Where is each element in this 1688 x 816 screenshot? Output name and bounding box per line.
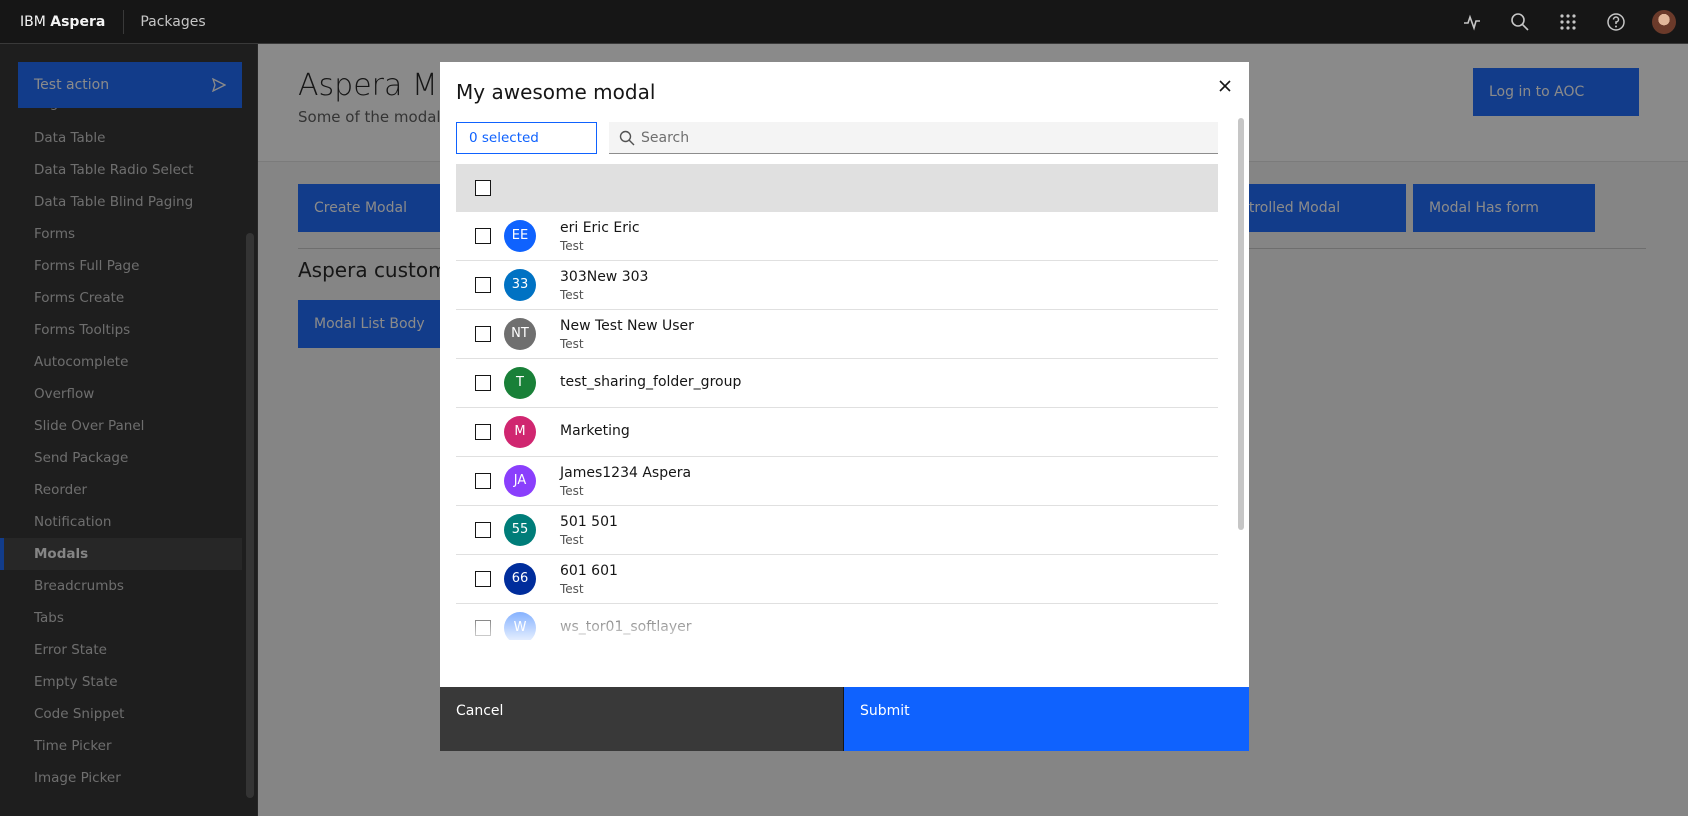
search-field[interactable] <box>609 122 1218 154</box>
row-checkbox[interactable] <box>475 473 491 489</box>
modal-footer: Cancel Submit <box>440 687 1249 751</box>
item-name: 601 601 <box>560 563 618 579</box>
list-item[interactable]: M Marketing <box>456 408 1218 457</box>
list-item[interactable]: 66 601 601 Test <box>456 555 1218 604</box>
row-checkbox[interactable] <box>475 424 491 440</box>
item-name: Marketing <box>560 423 630 439</box>
avatar: M <box>504 416 536 448</box>
list-item[interactable]: NT New Test New User Test <box>456 310 1218 359</box>
row-checkbox[interactable] <box>475 522 491 538</box>
modal-dialog: My awesome modal 0 selected EE eri Eric … <box>440 62 1249 751</box>
item-subtitle: Test <box>560 533 584 547</box>
avatar: EE <box>504 220 536 252</box>
item-name: James1234 Aspera <box>560 465 692 481</box>
item-name: New Test New User <box>560 318 694 334</box>
list-header <box>456 164 1218 212</box>
row-checkbox[interactable] <box>475 571 491 587</box>
cancel-button[interactable]: Cancel <box>440 687 844 751</box>
user-avatar[interactable] <box>1640 0 1688 44</box>
item-name: eri Eric Eric <box>560 220 640 236</box>
close-icon[interactable] <box>1213 74 1237 98</box>
row-checkbox[interactable] <box>475 326 491 342</box>
item-name: 501 501 <box>560 514 618 530</box>
avatar: T <box>504 367 536 399</box>
search-icon <box>619 130 635 150</box>
avatar-image <box>1652 10 1676 34</box>
list-item[interactable]: 33 303New 303 Test <box>456 261 1218 310</box>
avatar: 33 <box>504 269 536 301</box>
list-item[interactable]: JA James1234 Aspera Test <box>456 457 1218 506</box>
item-subtitle: Test <box>560 337 584 351</box>
search-input[interactable] <box>641 122 1211 153</box>
top-header: IBM Aspera Packages <box>0 0 1688 44</box>
avatar: NT <box>504 318 536 350</box>
list-item[interactable]: EE eri Eric Eric Test <box>456 212 1218 261</box>
avatar: 55 <box>504 514 536 546</box>
modal-title: My awesome modal <box>456 80 656 104</box>
item-subtitle: Test <box>560 239 584 253</box>
item-name: 303New 303 <box>560 269 649 285</box>
item-subtitle: Test <box>560 582 584 596</box>
avatar: 66 <box>504 563 536 595</box>
select-all-checkbox[interactable] <box>475 180 491 196</box>
brand-name: Aspera <box>50 13 106 30</box>
item-subtitle: Test <box>560 288 584 302</box>
row-checkbox[interactable] <box>475 228 491 244</box>
help-icon[interactable] <box>1592 0 1640 44</box>
activity-icon[interactable] <box>1448 0 1496 44</box>
brand-logo[interactable]: IBM Aspera <box>0 9 125 34</box>
search-icon[interactable] <box>1496 0 1544 44</box>
list-item[interactable]: 55 501 501 Test <box>456 506 1218 555</box>
list-item[interactable]: T test_sharing_folder_group <box>456 359 1218 408</box>
item-subtitle: Test <box>560 484 584 498</box>
header-actions <box>1448 0 1688 44</box>
avatar: JA <box>504 465 536 497</box>
item-name: test_sharing_folder_group <box>560 374 742 390</box>
row-checkbox[interactable] <box>475 277 491 293</box>
brand-prefix: IBM <box>20 13 46 30</box>
app-name[interactable]: Packages <box>124 14 205 30</box>
selected-count-badge[interactable]: 0 selected <box>456 122 597 154</box>
submit-button[interactable]: Submit <box>844 687 1249 751</box>
scroll-fade <box>456 604 1218 640</box>
modal-scrollbar[interactable] <box>1238 118 1244 530</box>
selectable-list: EE eri Eric Eric Test 33 303New 303 Test… <box>456 164 1218 640</box>
app-switcher-icon[interactable] <box>1544 0 1592 44</box>
row-checkbox[interactable] <box>475 375 491 391</box>
